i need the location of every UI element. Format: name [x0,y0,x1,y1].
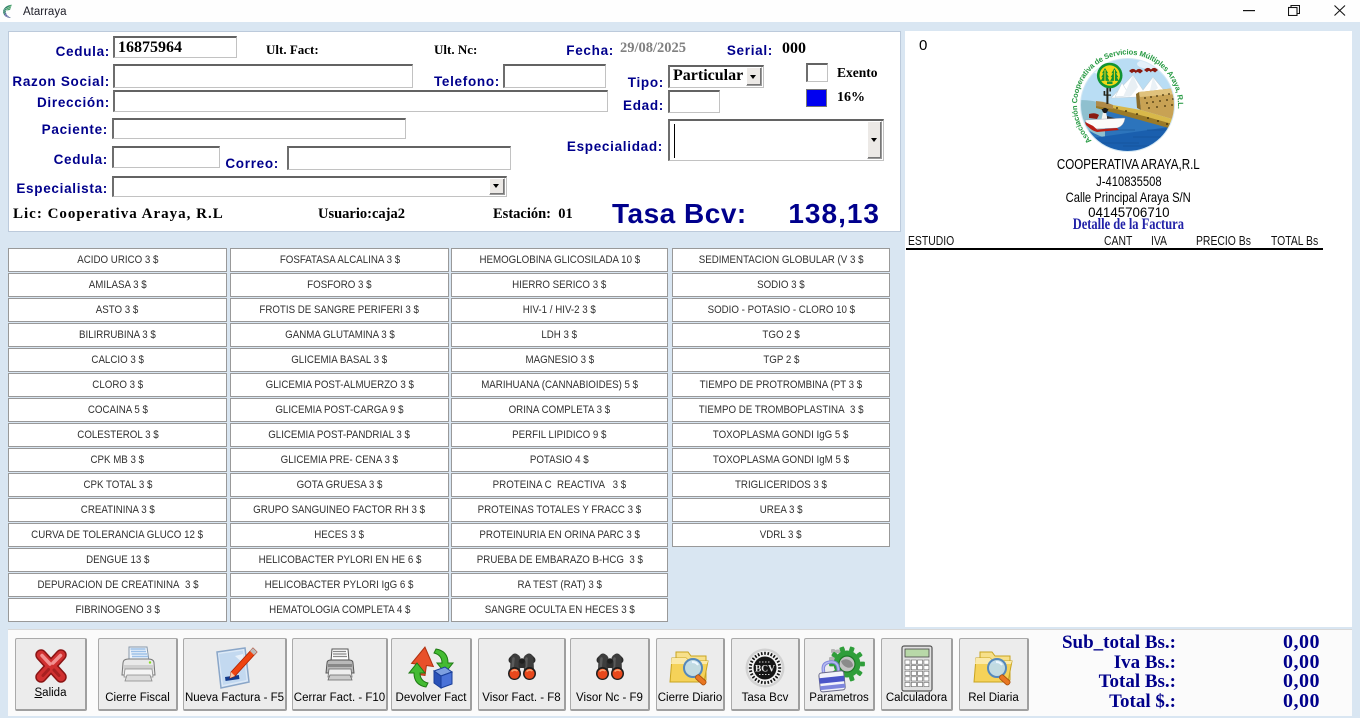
svg-text:BCV: BCV [755,665,775,675]
